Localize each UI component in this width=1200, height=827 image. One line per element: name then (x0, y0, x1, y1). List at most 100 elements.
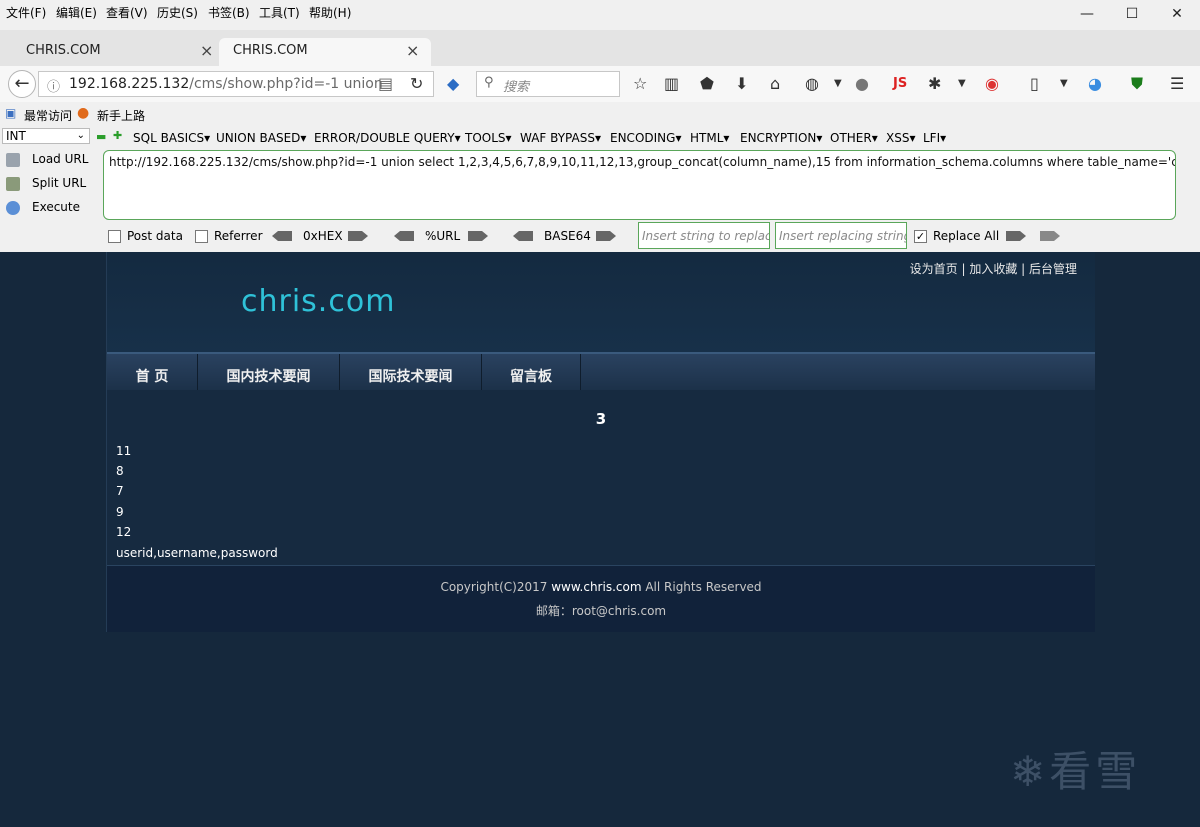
replace-all-checkbox[interactable]: ✓ (914, 230, 927, 243)
reader-icon[interactable]: ▤ (378, 74, 393, 93)
menu-help[interactable]: 帮助(H) (309, 4, 351, 21)
close-window-icon[interactable]: ✕ (1162, 6, 1192, 22)
execute-button[interactable]: Execute (6, 200, 80, 215)
chevron-down-icon: ⌄ (76, 130, 85, 141)
menu-other[interactable]: OTHER▾ (830, 131, 878, 145)
plus-icon[interactable]: ✚ (113, 129, 122, 142)
minimize-icon[interactable]: — (1072, 6, 1102, 22)
referrer-checkbox[interactable] (195, 230, 208, 243)
watermark-text: 看雪 (1049, 747, 1142, 796)
palette-icon[interactable]: ◍ (805, 74, 819, 93)
hex-decode-arrow[interactable] (272, 231, 292, 241)
browser-chrome: 文件(F) 编辑(E) 查看(V) 历史(S) 书签(B) 工具(T) 帮助(H… (0, 0, 1200, 252)
hex-encode-arrow[interactable] (348, 231, 368, 241)
info-icon[interactable]: ⓘ (47, 76, 60, 95)
menu-bookmarks[interactable]: 书签(B) (208, 4, 250, 21)
search-input[interactable]: ⚲ 搜索 (476, 71, 620, 97)
content-line: userid,username,password (116, 546, 278, 560)
nav-message-board[interactable]: 留言板 (482, 354, 581, 390)
maximize-icon[interactable]: ☐ (1117, 6, 1147, 22)
dropdown-icon[interactable]: ▼ (1060, 78, 1068, 89)
bookmark-star-icon[interactable]: ☆ (633, 74, 647, 93)
post-data-checkbox[interactable] (108, 230, 121, 243)
js-icon[interactable]: JS (893, 76, 907, 91)
bug-icon[interactable]: ✱ (928, 74, 941, 93)
menu-sql-basics[interactable]: SQL BASICS▾ (133, 131, 210, 145)
extension-red-icon[interactable]: ◉ (985, 74, 999, 93)
nav-international-news[interactable]: 国际技术要闻 (340, 354, 482, 390)
close-tab-icon[interactable]: × (406, 41, 419, 60)
menu-xss[interactable]: XSS▾ (886, 131, 915, 145)
shield-icon[interactable]: ⛊ (1131, 74, 1143, 94)
search-icon: ⚲ (484, 75, 494, 90)
menu-bar: 文件(F) 编辑(E) 查看(V) 历史(S) 书签(B) 工具(T) 帮助(H… (0, 0, 1200, 22)
download-icon[interactable]: ⬇ (735, 74, 748, 93)
url-host: 192.168.225.132 (69, 76, 190, 92)
article-content: 3 11 8 7 9 12 userid,username,password (107, 390, 1095, 565)
home-icon[interactable]: ⌂ (770, 74, 780, 93)
content-line: 7 (116, 484, 124, 498)
menu-edit[interactable]: 编辑(E) (56, 4, 97, 21)
replace-string-input[interactable]: Insert string to replace (638, 222, 770, 249)
tab-inactive[interactable]: CHRIS.COM × (0, 38, 218, 66)
pocket-icon[interactable]: ⬟ (700, 74, 714, 93)
referrer-label: Referrer (214, 229, 263, 243)
post-data-option[interactable]: Post data (108, 229, 183, 243)
menu-tools[interactable]: 工具(T) (259, 4, 300, 21)
menu-tools[interactable]: TOOLS▾ (465, 131, 512, 145)
hamburger-menu-icon[interactable]: ☰ (1170, 74, 1184, 93)
close-tab-icon[interactable]: × (200, 41, 213, 60)
tab-active[interactable]: CHRIS.COM × (219, 38, 431, 66)
tab-strip: CHRIS.COM × CHRIS.COM × (0, 30, 1200, 66)
hackbar-panel: INT ⌄ ▬ ✚ SQL BASICS▾ UNION BASED▾ ERROR/… (0, 125, 1200, 252)
menu-error-double-query[interactable]: ERROR/DOUBLE QUERY▾ (314, 131, 461, 145)
site-header: 设为首页 | 加入收藏 | 后台管理 chris.com (107, 252, 1095, 352)
back-button[interactable]: ← (8, 70, 36, 98)
menu-view[interactable]: 查看(V) (106, 4, 148, 21)
reload-icon[interactable]: ↻ (410, 74, 423, 93)
top-links[interactable]: 设为首页 | 加入收藏 | 后台管理 (910, 260, 1077, 277)
base64-decode-arrow[interactable] (513, 231, 533, 241)
tab-title: CHRIS.COM (26, 43, 101, 58)
url-decode-arrow[interactable] (394, 231, 414, 241)
menu-waf-bypass[interactable]: WAF BYPASS▾ (520, 131, 601, 145)
addon-icon[interactable]: ◆ (447, 74, 459, 93)
type-select-value: INT (6, 129, 26, 143)
dropdown-icon[interactable]: ▼ (834, 78, 842, 89)
load-url-label: Load URL (32, 152, 89, 166)
menu-file[interactable]: 文件(F) (6, 4, 46, 21)
menu-union-based[interactable]: UNION BASED▾ (216, 131, 306, 145)
replace-all-option[interactable]: ✓ Replace All (914, 229, 999, 243)
replace-arrow-secondary[interactable] (1040, 231, 1060, 241)
footer-site-link[interactable]: www.chris.com (551, 580, 641, 594)
extension-blue-icon[interactable]: ◕ (1088, 74, 1102, 93)
library-icon[interactable]: ▥ (664, 74, 679, 93)
bookmarks-toolbar: ▣ 最常访问 ● 新手上路 (0, 103, 1200, 125)
menu-encryption[interactable]: ENCRYPTION▾ (740, 131, 822, 145)
menu-encoding[interactable]: ENCODING▾ (610, 131, 681, 145)
replace-arrow[interactable] (1006, 231, 1026, 241)
menu-history[interactable]: 历史(S) (157, 4, 198, 21)
bookmark-most-visited[interactable]: 最常访问 (24, 107, 72, 124)
url-textarea[interactable]: http://192.168.225.132/cms/show.php?id=-… (103, 150, 1176, 220)
nav-domestic-news[interactable]: 国内技术要闻 (198, 354, 340, 390)
dropdown-icon[interactable]: ▼ (958, 78, 966, 89)
bookmark-getting-started[interactable]: 新手上路 (97, 107, 145, 124)
split-url-icon (6, 176, 20, 191)
base64-encode-arrow[interactable] (596, 231, 616, 241)
menu-lfi[interactable]: LFI▾ (923, 131, 946, 145)
device-icon[interactable]: ▯ (1030, 74, 1039, 93)
address-bar[interactable]: ⓘ 192.168.225.132/cms/show.php?id=-1 uni… (38, 71, 434, 97)
firefox-icon: ● (77, 105, 90, 121)
referrer-option[interactable]: Referrer (195, 229, 263, 243)
nav-home[interactable]: 首 页 (107, 354, 198, 390)
site-logo[interactable]: chris.com (241, 284, 395, 319)
url-encode-arrow[interactable] (468, 231, 488, 241)
menu-html[interactable]: HTML▾ (690, 131, 729, 145)
split-url-button[interactable]: Split URL (6, 176, 86, 191)
minus-icon[interactable]: ▬ (96, 130, 106, 143)
replacing-string-input[interactable]: Insert replacing string (775, 222, 907, 249)
globe-icon[interactable]: ● (855, 74, 869, 93)
type-select[interactable]: INT ⌄ (2, 128, 90, 144)
load-url-button[interactable]: Load URL (6, 152, 88, 167)
